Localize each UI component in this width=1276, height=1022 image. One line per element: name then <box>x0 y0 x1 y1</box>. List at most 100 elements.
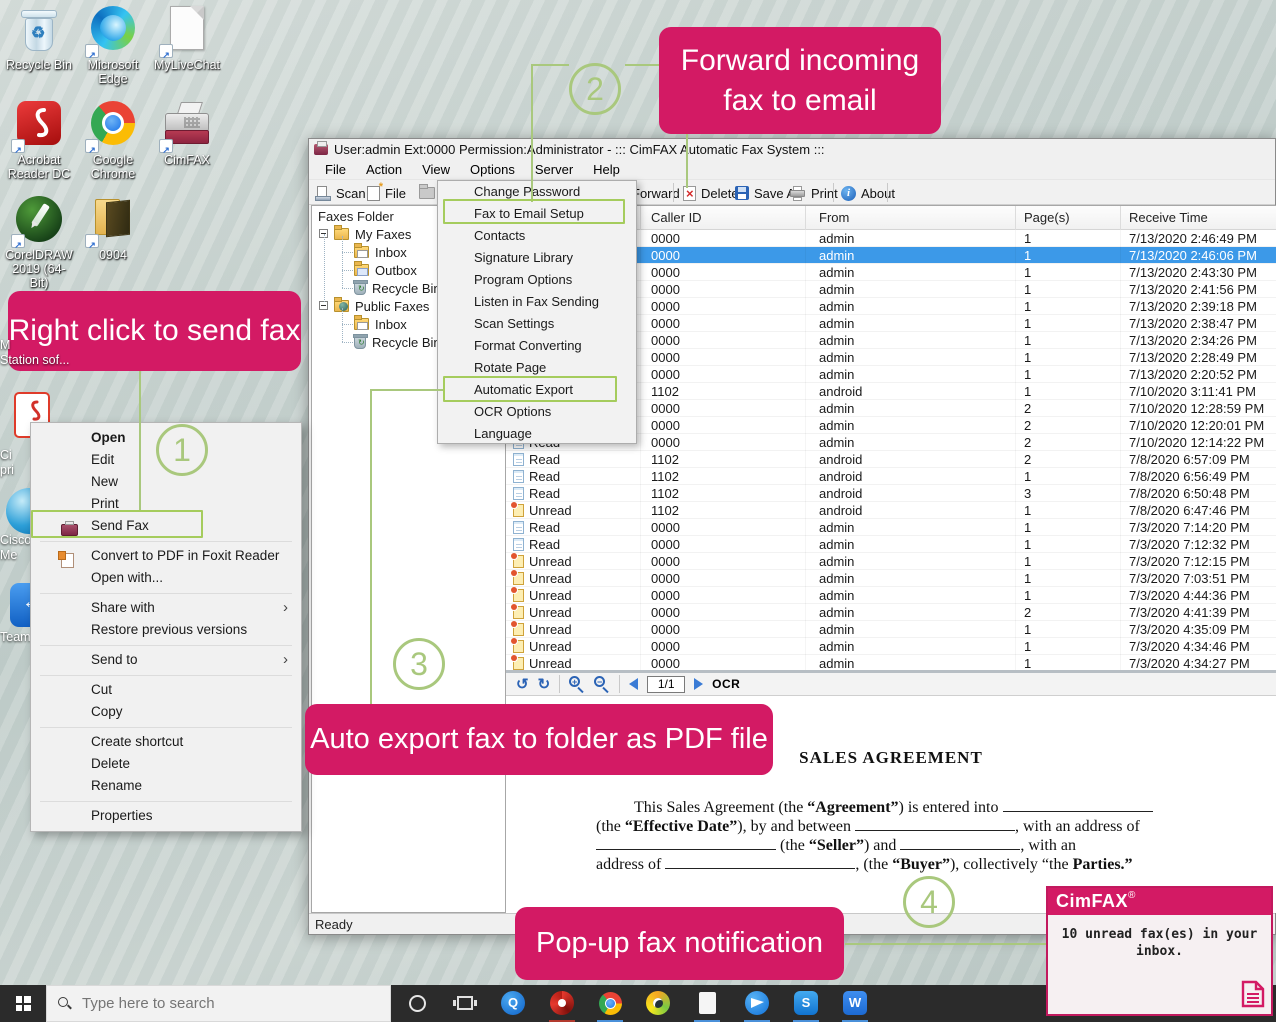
context-menu-item-share-with[interactable]: Share with› <box>31 597 301 619</box>
options-menu-item-scan-settings[interactable]: Scan Settings <box>438 313 636 335</box>
menu-file[interactable]: File <box>315 160 356 179</box>
shortcut-arrow-icon <box>85 139 99 153</box>
fax-row[interactable]: Unread0000admin17/3/2020 4:35:09 PM <box>506 621 1276 638</box>
fax-row[interactable]: Unread0000admin17/3/2020 7:03:51 PM <box>506 570 1276 587</box>
toolbar-scan-button[interactable]: Scan <box>315 183 366 203</box>
desktop-icon-coreldraw-2019-64-bit[interactable]: CorelDRAW 2019 (64-Bit) <box>3 194 75 289</box>
blank-line <box>596 837 776 850</box>
context-menu-item-open-with[interactable]: Open with... <box>31 567 301 589</box>
desktop-icon-google-chrome[interactable]: Google Chrome <box>77 99 149 194</box>
tree-expander-icon[interactable] <box>319 301 328 310</box>
tree-item-outbox[interactable]: Outbox <box>354 261 417 279</box>
taskbar-app-quark[interactable]: Q <box>501 991 525 1015</box>
ocr-button[interactable]: OCR <box>712 677 740 691</box>
context-menu-item-send-to[interactable]: Send to› <box>31 649 301 671</box>
tree-item-recycle-bin[interactable]: Recycle Bin <box>354 279 441 297</box>
desktop-icon-mylivechat[interactable]: MyLiveChat <box>151 4 223 99</box>
options-menu-item-signature-library[interactable]: Signature Library <box>438 247 636 269</box>
annotation-line <box>845 943 1046 945</box>
context-menu-item-rename[interactable]: Rename <box>31 775 301 797</box>
desktop-icon-microsoft-edge[interactable]: Microsoft Edge <box>77 4 149 99</box>
fax-row[interactable]: Unread1102android17/8/2020 6:47:46 PM <box>506 502 1276 519</box>
taskbar-app-corel-red[interactable] <box>550 991 574 1015</box>
pdfconvert-icon <box>61 553 74 568</box>
search-input[interactable] <box>82 995 362 1012</box>
context-menu-item-create-shortcut[interactable]: Create shortcut <box>31 731 301 753</box>
options-menu-item-language[interactable]: Language <box>438 423 636 445</box>
context-menu-item-restore-previous-versions[interactable]: Restore previous versions <box>31 619 301 641</box>
context-menu-item-delete[interactable]: Delete <box>31 753 301 775</box>
zoom-out-icon[interactable]: − <box>594 676 610 692</box>
tree-guide-line <box>342 288 353 289</box>
taskbar-app-dingtalk[interactable] <box>745 991 769 1015</box>
options-menu-item-format-converting[interactable]: Format Converting <box>438 335 636 357</box>
menu-view[interactable]: View <box>412 160 460 179</box>
titlebar[interactable]: User:admin Ext:0000 Permission:Administr… <box>309 139 1275 159</box>
menu-action[interactable]: Action <box>356 160 412 179</box>
desktop-icon-acrobat-reader-dc[interactable]: Acrobat Reader DC <box>3 99 75 194</box>
tree-item-inbox[interactable]: Inbox <box>354 243 407 261</box>
fax-notification-popup[interactable]: CimFAX ® 10 unread fax(es) in yourinbox. <box>1046 886 1273 1016</box>
zoom-in-icon[interactable]: + <box>569 676 585 692</box>
desktop-icon-label: Recycle Bin <box>3 58 75 72</box>
menu-server[interactable]: Server <box>525 160 583 179</box>
options-menu-item-listen-in-fax-sending[interactable]: Listen in Fax Sending <box>438 291 636 313</box>
taskbar-app-wps[interactable]: W <box>843 991 867 1015</box>
blank-line <box>855 818 1015 831</box>
tree-item-public-faxes[interactable]: Public Faxes <box>334 297 429 315</box>
desktop-icon-0904[interactable]: 0904 <box>77 194 149 289</box>
tree-item-my-faxes[interactable]: My Faxes <box>334 225 411 243</box>
menu-options[interactable]: Options <box>460 160 525 179</box>
toolbar-extra-button[interactable] <box>419 183 435 203</box>
rotate-left-icon[interactable]: ↺ <box>516 675 529 693</box>
page-indicator[interactable]: 1/1 <box>647 676 685 693</box>
context-menu-item-cut[interactable]: Cut <box>31 679 301 701</box>
fax-row[interactable]: Read1102android27/8/2020 6:57:09 PM <box>506 451 1276 468</box>
next-page-icon[interactable] <box>694 678 703 690</box>
unread-icon <box>513 606 524 619</box>
taskbar-app-chrome[interactable] <box>598 991 622 1015</box>
tree-item-inbox[interactable]: Inbox <box>354 315 407 333</box>
fax-row[interactable]: Unread0000admin17/3/2020 4:44:36 PM <box>506 587 1276 604</box>
corel-red-icon <box>550 991 574 1015</box>
fax-row[interactable]: Read1102android37/8/2020 6:50:48 PM <box>506 485 1276 502</box>
desktop-icon-recycle-bin[interactable]: ♻Recycle Bin <box>3 4 75 99</box>
taskbar-app-task-view[interactable] <box>453 991 477 1015</box>
previous-page-icon[interactable] <box>629 678 638 690</box>
toolbar-print-button[interactable]: Print <box>789 183 838 203</box>
context-menu-item-properties[interactable]: Properties <box>31 805 301 827</box>
fax-row[interactable]: Read0000admin17/3/2020 7:14:20 PM <box>506 519 1276 536</box>
options-menu-item-program-options[interactable]: Program Options <box>438 269 636 291</box>
column-header-from[interactable]: From <box>806 206 1016 230</box>
divider <box>559 675 560 693</box>
context-menu-item-new[interactable]: New <box>31 471 301 493</box>
unread-icon <box>513 572 524 585</box>
desktop-icon-cimfax[interactable]: CimFAX <box>151 99 223 194</box>
taskbar-app-notepad-doc[interactable] <box>695 991 719 1015</box>
rotate-right-icon[interactable]: ↻ <box>538 675 551 693</box>
fax-row[interactable]: Unread0000admin17/3/2020 4:34:27 PM <box>506 655 1276 670</box>
menu-help[interactable]: Help <box>583 160 630 179</box>
column-header-page-s[interactable]: Page(s) <box>1016 206 1121 230</box>
taskbar-search[interactable] <box>46 985 391 1022</box>
column-header-receive-time[interactable]: Receive Time <box>1121 206 1276 230</box>
unread-icon <box>513 504 524 517</box>
taskbar-app-cortana[interactable] <box>405 991 429 1015</box>
start-button[interactable] <box>0 985 46 1022</box>
options-menu-item-contacts[interactable]: Contacts <box>438 225 636 247</box>
taskbar-app-camera360[interactable] <box>646 991 670 1015</box>
options-menu-item-ocr-options[interactable]: OCR Options <box>438 401 636 423</box>
column-header-caller-id[interactable]: Caller ID <box>641 206 806 230</box>
unread-icon <box>513 640 524 653</box>
fax-row[interactable]: Unread0000admin27/3/2020 4:41:39 PM <box>506 604 1276 621</box>
taskbar-app-skype[interactable]: S <box>794 991 818 1015</box>
toolbar-delete-button[interactable]: ×Delete <box>683 183 739 203</box>
fax-row[interactable]: Read0000admin17/3/2020 7:12:32 PM <box>506 536 1276 553</box>
context-menu-item-copy[interactable]: Copy <box>31 701 301 723</box>
tree-item-recycle-bin[interactable]: Recycle Bin <box>354 333 441 351</box>
fax-row[interactable]: Unread0000admin17/3/2020 4:34:46 PM <box>506 638 1276 655</box>
fax-row[interactable]: Unread0000admin17/3/2020 7:12:15 PM <box>506 553 1276 570</box>
context-menu-item-convert-to-pdf-in-foxit-reader[interactable]: Convert to PDF in Foxit Reader <box>31 545 301 567</box>
toolbar-file-button[interactable]: *File <box>367 183 406 203</box>
fax-row[interactable]: Read1102android17/8/2020 6:56:49 PM <box>506 468 1276 485</box>
